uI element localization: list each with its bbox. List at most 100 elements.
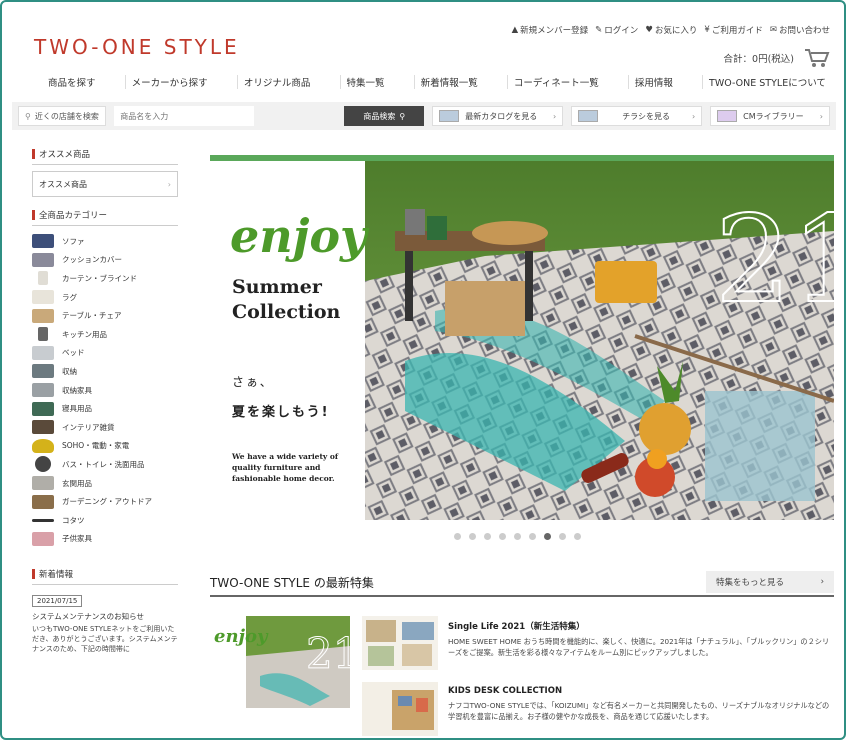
chevron-right-icon: › [552,111,557,121]
hero-jp-line2: 夏を楽しもう! [232,405,330,420]
store-search-button[interactable]: ⚲ 近くの店舗を検索 [18,106,107,126]
bedding-icon [32,401,54,416]
cart-icon[interactable] [804,48,830,68]
category-item[interactable]: ソファ [32,232,178,251]
svg-text:enjoy: enjoy [214,626,269,647]
features-header: TWO-ONE STYLE の最新特集 特集をもっと見る › [210,569,834,597]
kids-desk-thumbnail [362,682,438,736]
contact-link[interactable]: ✉ お問い合わせ [770,24,830,36]
register-link[interactable]: ▲ 新規メンバー登録 [512,24,589,36]
chevron-right-icon: › [167,179,171,189]
site-logo[interactable]: TWO-ONE STYLE [34,35,240,59]
feature-title: KIDS DESK COLLECTION [448,686,563,696]
hero-banner[interactable]: 21 enjoy Summer Collection さぁ、 夏を楽しもう! W… [210,155,834,520]
carousel-dot[interactable] [544,533,551,540]
category-item[interactable]: クッションカバー [32,251,178,270]
carousel-dot[interactable] [529,533,536,540]
nav-item[interactable]: コーディネート一覧 [506,75,605,89]
catalog-icon [439,110,460,122]
recommend-select[interactable]: オススメ商品 › [32,171,178,197]
category-item[interactable]: ガーデニング・アウトドア [32,492,178,511]
carousel-dot[interactable] [454,533,461,540]
bed-icon [32,345,54,360]
category-item[interactable]: 子供家具 [32,530,178,549]
favorites-link[interactable]: ♥ お気に入り [645,24,697,36]
storage-icon [32,364,54,379]
bath-icon [35,456,51,473]
carousel-dot[interactable] [514,533,521,540]
category-item[interactable]: カーテン・ブラインド [32,269,178,288]
category-item[interactable]: インテリア雑貨 [32,418,178,437]
nav-item[interactable]: 新着情報一覧 [413,75,484,89]
category-item[interactable]: キッチン用品 [32,325,178,344]
news-heading: 新着情報 [32,568,178,586]
garden-icon [32,494,54,509]
cm-icon [717,110,738,122]
carousel-dot[interactable] [559,533,566,540]
nav-item[interactable]: TWO-ONE STYLEについて [702,75,832,89]
soho-icon [32,438,54,453]
category-item[interactable]: コタツ [32,511,178,530]
feature-large-thumbnail[interactable]: enjoy 21 [210,616,350,708]
product-search-input[interactable] [114,106,255,126]
product-search-button[interactable]: 商品検索 ⚲ [344,106,425,126]
category-item[interactable]: 収納家具 [32,381,178,400]
category-item[interactable]: ラグ [32,288,178,307]
category-list: ソファ クッションカバー カーテン・ブラインド ラグ テーブル・チェア キッチン… [32,232,178,548]
news-body: いつもTWO-ONE STYLEネットをご利用いただき、ありがとうございます。シ… [32,625,178,654]
flyer-link[interactable]: チラシを見る › [571,106,703,126]
yen-icon: ¥ [704,25,710,35]
table-icon [32,308,54,323]
category-item[interactable]: SOHO・電動・家電 [32,437,178,456]
nav-item[interactable]: 商品を探す [42,75,102,89]
features-title: TWO-ONE STYLE の最新特集 [210,575,374,590]
pencil-icon: ✎ [595,25,603,35]
entrance-icon [32,476,54,491]
curtain-icon [38,271,48,286]
location-pin-icon: ⚲ [25,111,31,121]
header-links: ▲ 新規メンバー登録 ✎ ログイン ♥ お気に入り ¥ ご利用ガイド ✉ お問い合わせ [512,24,830,36]
category-item[interactable]: テーブル・チェア [32,306,178,325]
category-item[interactable]: 収納 [32,362,178,381]
category-heading: 全商品カテゴリー [32,209,178,226]
nav-item[interactable]: 採用情報 [627,75,679,89]
carousel-dot[interactable] [499,533,506,540]
carousel-dots [454,533,581,540]
cart-total: 合計：0円(税込) [723,54,794,65]
category-item[interactable]: バス・トイレ・洗面用品 [32,455,178,474]
chevron-right-icon: › [691,111,696,121]
feature-item[interactable]: Single Life 2021（新生活特集） HOME SWEET HOME … [362,616,834,670]
person-icon: ▲ [511,25,519,35]
svg-text:21: 21 [715,191,834,330]
carousel-dot[interactable] [484,533,491,540]
nav-item[interactable]: メーカーから探す [124,75,214,89]
feature-description: ナフコTWO-ONE STYLEでは、「KOIZUMI」など有名メーカーと共同開… [448,701,830,721]
feature-title: Single Life 2021（新生活特集） [448,622,585,632]
hero-picnic-image: 21 [365,161,834,520]
flyer-icon [578,110,599,122]
cm-library-link[interactable]: CMライブラリー › [710,106,830,126]
hero-description: We have a wide variety of quality furnit… [232,452,339,483]
category-item[interactable]: 玄関用品 [32,474,178,493]
carousel-dot[interactable] [469,533,476,540]
category-item[interactable]: 寝具用品 [32,399,178,418]
rug-icon [32,290,54,305]
heart-icon: ♥ [645,25,653,35]
recommend-heading: オススメ商品 [32,148,178,165]
guide-link[interactable]: ¥ ご利用ガイド [704,24,762,36]
login-link[interactable]: ✎ ログイン [595,24,638,36]
news-date: 2021/07/15 [32,595,83,608]
nav-item[interactable]: 特集一覧 [339,75,391,89]
interior-icon [32,420,54,435]
feature-item[interactable]: KIDS DESK COLLECTION ナフコTWO-ONE STYLEでは、… [362,682,834,736]
nav-item[interactable]: オリジナル商品 [236,75,317,89]
features-more-button[interactable]: 特集をもっと見る › [706,571,834,593]
carousel-dot[interactable] [574,533,581,540]
catalog-link[interactable]: 最新カタログを見る › [432,106,564,126]
search-bar: ⚲ 近くの店舗を検索 商品検索 ⚲ 最新カタログを見る › チラシを見る › C… [12,102,836,130]
kitchen-icon [38,327,48,342]
category-item[interactable]: ベッド [32,344,178,363]
mail-icon: ✉ [769,25,777,35]
sidebar: オススメ商品 オススメ商品 › 全商品カテゴリー ソファ クッションカバー カー… [32,148,178,654]
news-title[interactable]: システムメンテナンスのお知らせ [32,611,178,622]
